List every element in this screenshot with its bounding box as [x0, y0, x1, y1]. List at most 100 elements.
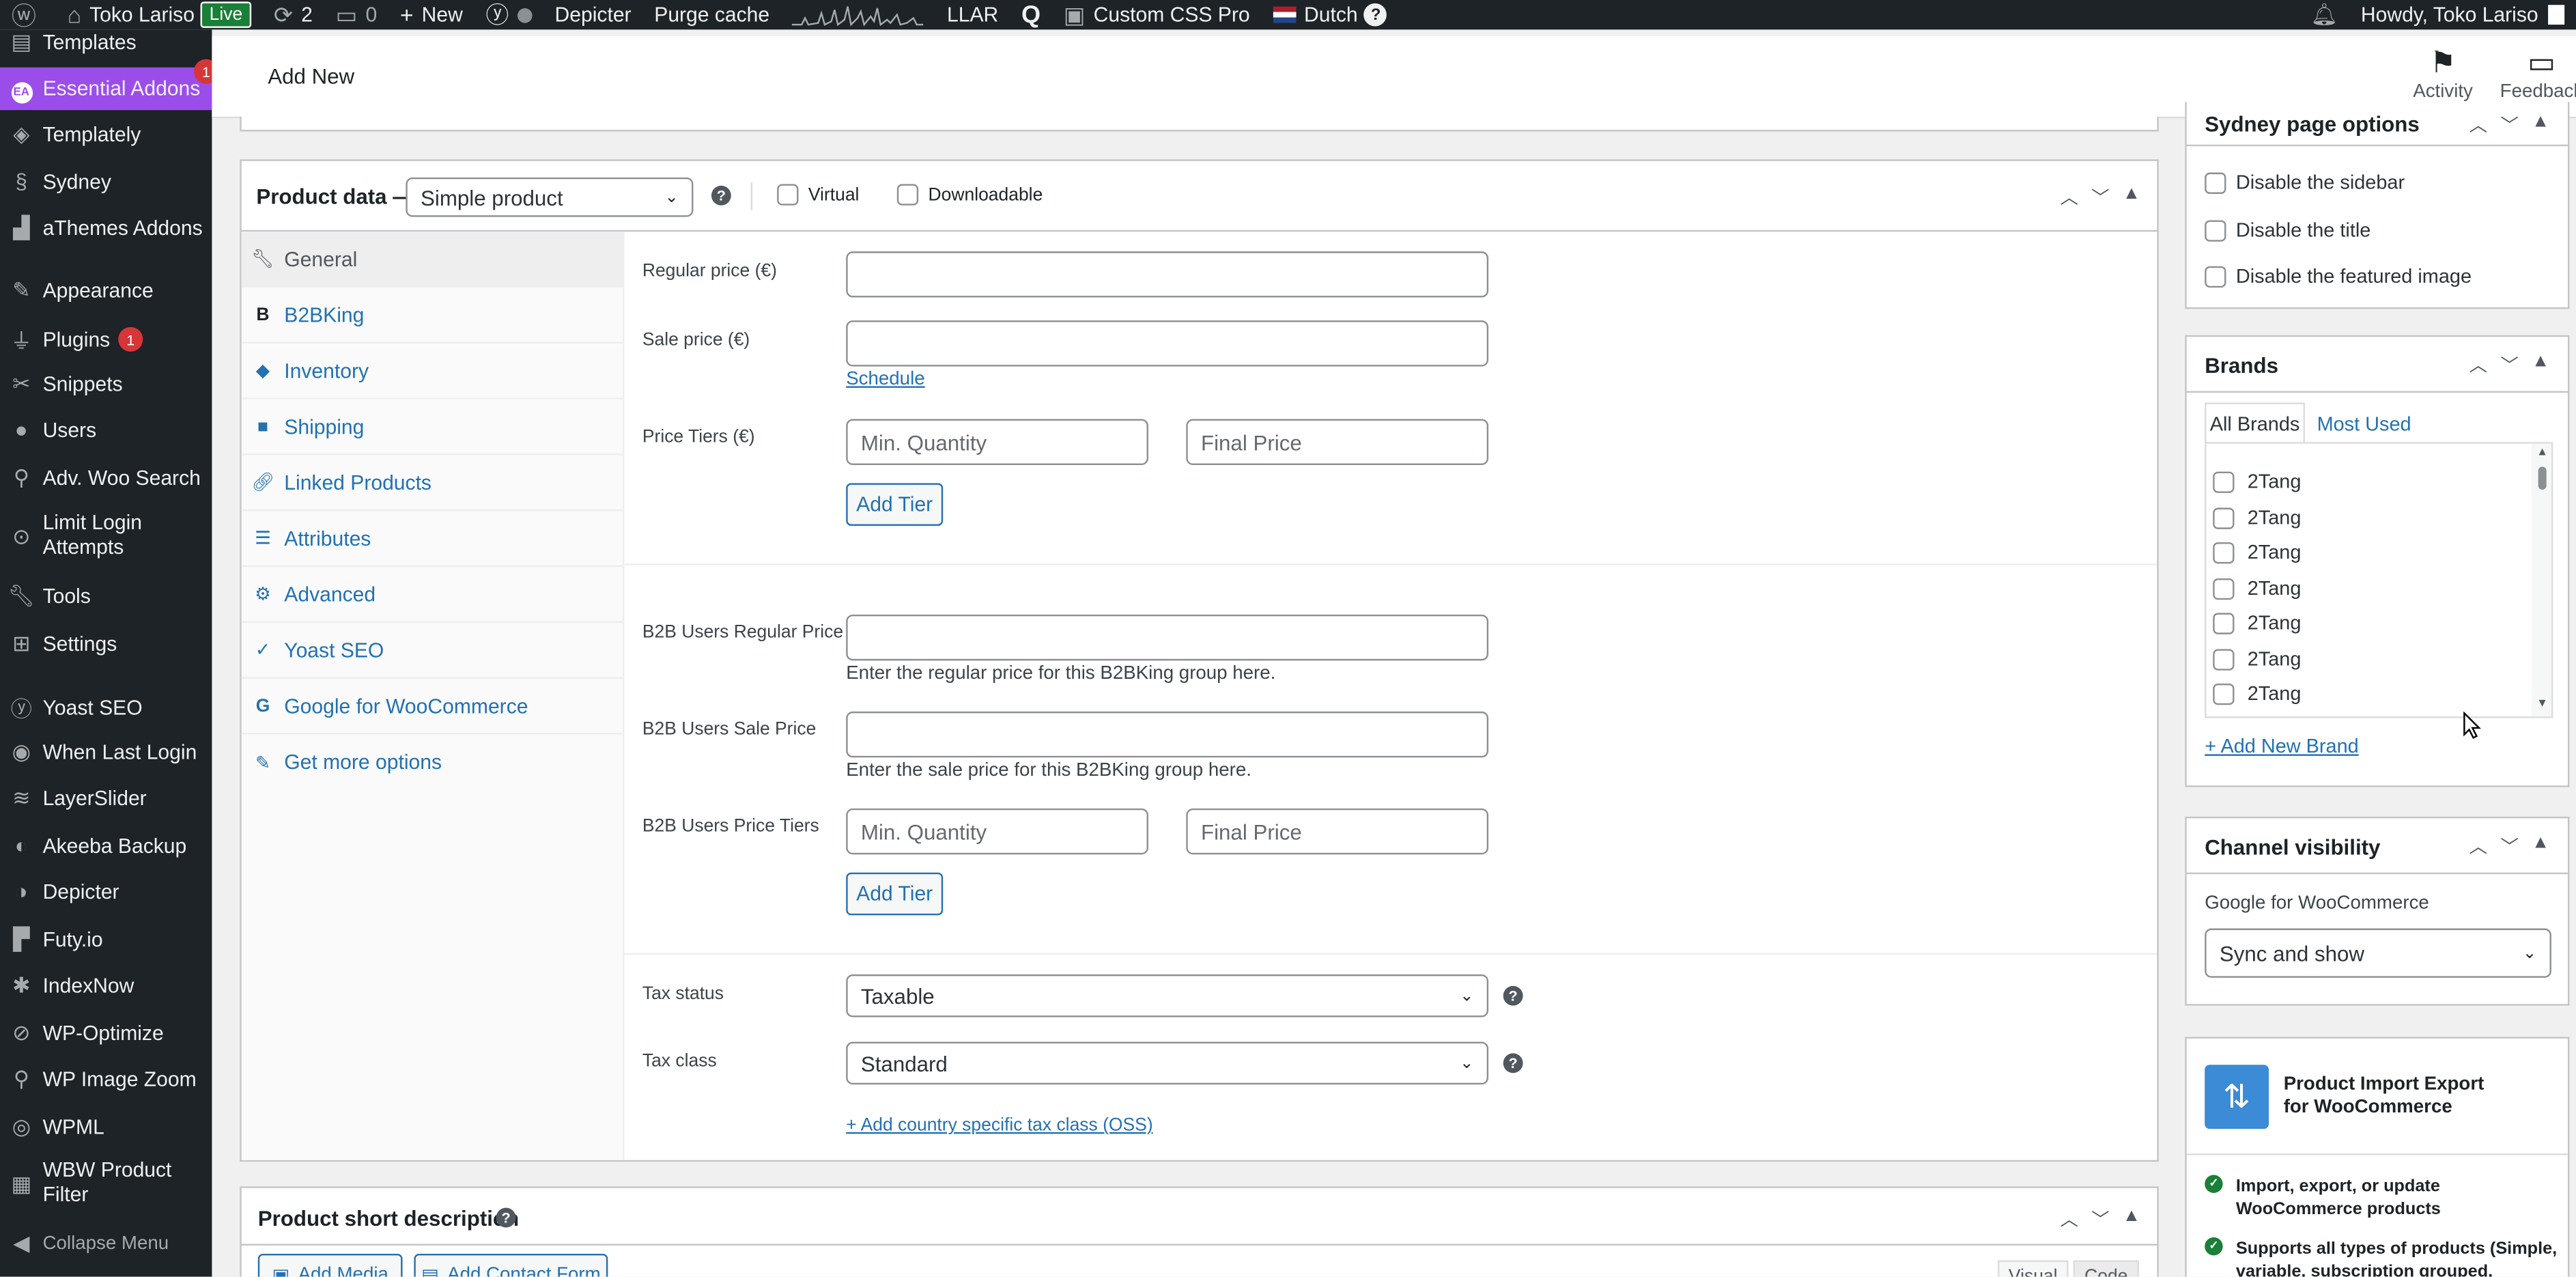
move-up-icon[interactable]: ︿ [2060, 1206, 2078, 1233]
menu-item-adv-woo-search[interactable]: ⚲ Adv. Woo Search [0, 465, 212, 492]
brand-item[interactable]: 2Tang [2213, 647, 2301, 671]
add-contact-form-button[interactable]: ▤ Add Contact Form [414, 1253, 608, 1277]
toggle-panel-icon[interactable]: ▲ [2532, 112, 2549, 139]
virtual-checkbox[interactable]: Virtual [777, 184, 859, 206]
checkbox[interactable] [2213, 471, 2235, 492]
menu-item-depicter[interactable]: ◑ Depicter [0, 879, 212, 903]
add-new-brand-link[interactable]: + Add New Brand [2205, 735, 2359, 758]
product-type-select[interactable]: Simple product ⌄ [406, 177, 694, 217]
disable-title-option[interactable]: Disable the title [2205, 219, 2370, 242]
menu-item-tools[interactable]: 🔧︎ Tools [0, 583, 212, 610]
help-icon[interactable]: ? [496, 1207, 516, 1228]
menu-item-wp-optimize[interactable]: ⊘ WP-Optimize [0, 1020, 212, 1047]
checkbox[interactable] [777, 184, 799, 206]
brand-item[interactable]: 2Tang [2213, 541, 2301, 563]
purge-cache-link[interactable]: Purge cache [642, 0, 781, 29]
tab-b2bking[interactable]: B B2BKing [241, 287, 625, 343]
downloadable-checkbox[interactable]: Downloadable [896, 184, 1043, 206]
move-down-icon[interactable]: ﹀ [2500, 352, 2518, 378]
disable-featured-image-option[interactable]: Disable the featured image [2205, 264, 2472, 287]
menu-item-indexnow[interactable]: ✱ IndexNow [0, 973, 212, 1000]
help-icon[interactable]: ? [1503, 985, 1523, 1006]
checkbox[interactable] [2213, 507, 2235, 529]
tab-get-more-options[interactable]: ✎ Get more options [242, 735, 625, 791]
disable-sidebar-option[interactable]: Disable the sidebar [2205, 171, 2405, 194]
comments-link[interactable]: ▭ 0 [324, 0, 388, 29]
help-icon[interactable]: ? [1503, 1053, 1523, 1073]
tier-final-price-input[interactable] [1186, 419, 1489, 465]
brand-item[interactable]: 2Tang [2213, 506, 2301, 529]
toggle-panel-icon[interactable]: ▲ [2532, 352, 2549, 378]
menu-item-yoast-seo[interactable]: ⓨ Yoast SEO [0, 692, 212, 723]
menu-item-wbw-product-filter[interactable]: ▦ WBW Product Filter [0, 1158, 212, 1207]
b2b-add-tier-button[interactable]: Add Tier [846, 872, 944, 916]
menu-item-futy[interactable]: ▛ Futy.io [0, 927, 212, 953]
menu-item-templates[interactable]: ▤ Templates [0, 29, 212, 56]
scrollbar-thumb[interactable] [2538, 466, 2547, 490]
scroll-up-icon[interactable]: ▲ [2536, 447, 2548, 459]
query-monitor-icon[interactable]: Q [1010, 0, 1052, 29]
scroll-down-icon[interactable]: ▼ [2536, 699, 2548, 710]
menu-item-akeeba-backup[interactable]: ◐ Akeeba Backup [0, 833, 212, 858]
notifications-bell-icon[interactable]: 🔔︎ [2299, 0, 2349, 29]
updates-link[interactable]: ⟳ 2 [262, 0, 324, 29]
brand-item[interactable]: 2Tang [2213, 611, 2301, 634]
move-down-icon[interactable]: ﹀ [2500, 833, 2518, 860]
tab-attributes[interactable]: ☰ Attributes [241, 511, 625, 567]
toggle-panel-icon[interactable]: ▲ [2532, 833, 2549, 860]
menu-item-wp-image-zoom[interactable]: ⚲ WP Image Zoom [0, 1067, 212, 1093]
checkbox[interactable] [2205, 171, 2226, 193]
llar-link[interactable]: LLAR [935, 0, 1010, 29]
schedule-link[interactable]: Schedule [846, 369, 924, 389]
activity-button[interactable]: ⚑ Activity [2394, 46, 2492, 102]
add-oss-tax-class-link[interactable]: + Add country specific tax class (OSS) [846, 1116, 1152, 1136]
menu-item-users[interactable]: ● Users [0, 417, 212, 442]
checkbox[interactable] [2213, 612, 2235, 634]
tab-most-used[interactable]: Most Used [2315, 403, 2413, 444]
toggle-panel-icon[interactable]: ▲ [2123, 184, 2140, 211]
brand-item[interactable]: 2Tang [2213, 470, 2301, 493]
checkbox[interactable] [2205, 219, 2226, 241]
menu-item-essential-addons[interactable]: EA Essential Addons 1 [0, 59, 219, 111]
wordpress-logo-icon[interactable]: ⓦ [0, 0, 56, 31]
checkbox[interactable] [2213, 682, 2235, 705]
menu-item-templately[interactable]: ◈ Templately [0, 122, 212, 148]
checkbox[interactable] [2213, 577, 2235, 600]
menu-item-limit-login[interactable]: ⊙ Limit Login Attempts [0, 511, 212, 560]
menu-item-when-last-login[interactable]: ◉ When Last Login [0, 740, 212, 766]
language-switcher[interactable]: Dutch? [1261, 0, 1398, 29]
tab-google-for-woocommerce[interactable]: G Google for WooCommerce [241, 679, 625, 735]
checkbox[interactable] [2205, 265, 2226, 287]
move-up-icon[interactable]: ︿ [2469, 833, 2487, 860]
add-media-button[interactable]: ▣ Add Media [257, 1253, 403, 1277]
b2b-sale-price-input[interactable] [846, 711, 1489, 758]
move-up-icon[interactable]: ︿ [2469, 352, 2487, 378]
depicter-link[interactable]: Depicter [543, 0, 643, 29]
menu-item-wpml[interactable]: ◎ WPML [0, 1114, 212, 1140]
menu-item-layerslider[interactable]: ≋ LayerSlider [0, 785, 212, 812]
b2b-regular-price-input[interactable] [846, 614, 1489, 661]
site-name-link[interactable]: ⌂ Toko Lariso Live [56, 0, 262, 29]
tier-min-quantity-input[interactable] [846, 419, 1148, 465]
account-menu[interactable]: Howdy, Toko Lariso [2349, 0, 2576, 29]
tab-yoast-seo[interactable]: ✓ Yoast SEO [241, 623, 625, 679]
menu-item-athemes-addons[interactable]: ▟ aThemes Addons [0, 215, 212, 242]
tab-advanced[interactable]: ⚙ Advanced [241, 567, 625, 623]
move-up-icon[interactable]: ︿ [2469, 112, 2487, 139]
tax-class-select[interactable]: Standard ⌄ [846, 1041, 1489, 1085]
traffic-sparkline[interactable] [781, 0, 935, 29]
channel-visibility-select[interactable]: Sync and show ⌄ [2205, 928, 2551, 978]
regular-price-input[interactable] [846, 251, 1489, 298]
menu-item-snippets[interactable]: ✂ Snippets [0, 371, 212, 398]
move-up-icon[interactable]: ︿ [2060, 184, 2078, 211]
yoast-bar-icon[interactable]: ⓨ [475, 0, 543, 29]
brand-item[interactable]: 2Tang [2213, 682, 2301, 705]
b2b-tier-final-price-input[interactable] [1186, 808, 1489, 855]
tax-status-select[interactable]: Taxable ⌄ [846, 974, 1489, 1018]
new-content-link[interactable]: + New [388, 0, 475, 29]
feedback-button[interactable]: ▭ Feedback [2492, 46, 2576, 102]
tab-linked-products[interactable]: 🔗︎ Linked Products [241, 455, 625, 511]
tab-visual[interactable]: Visual [1998, 1260, 2069, 1277]
checkbox[interactable] [896, 184, 919, 206]
toggle-panel-icon[interactable]: ▲ [2123, 1206, 2140, 1233]
